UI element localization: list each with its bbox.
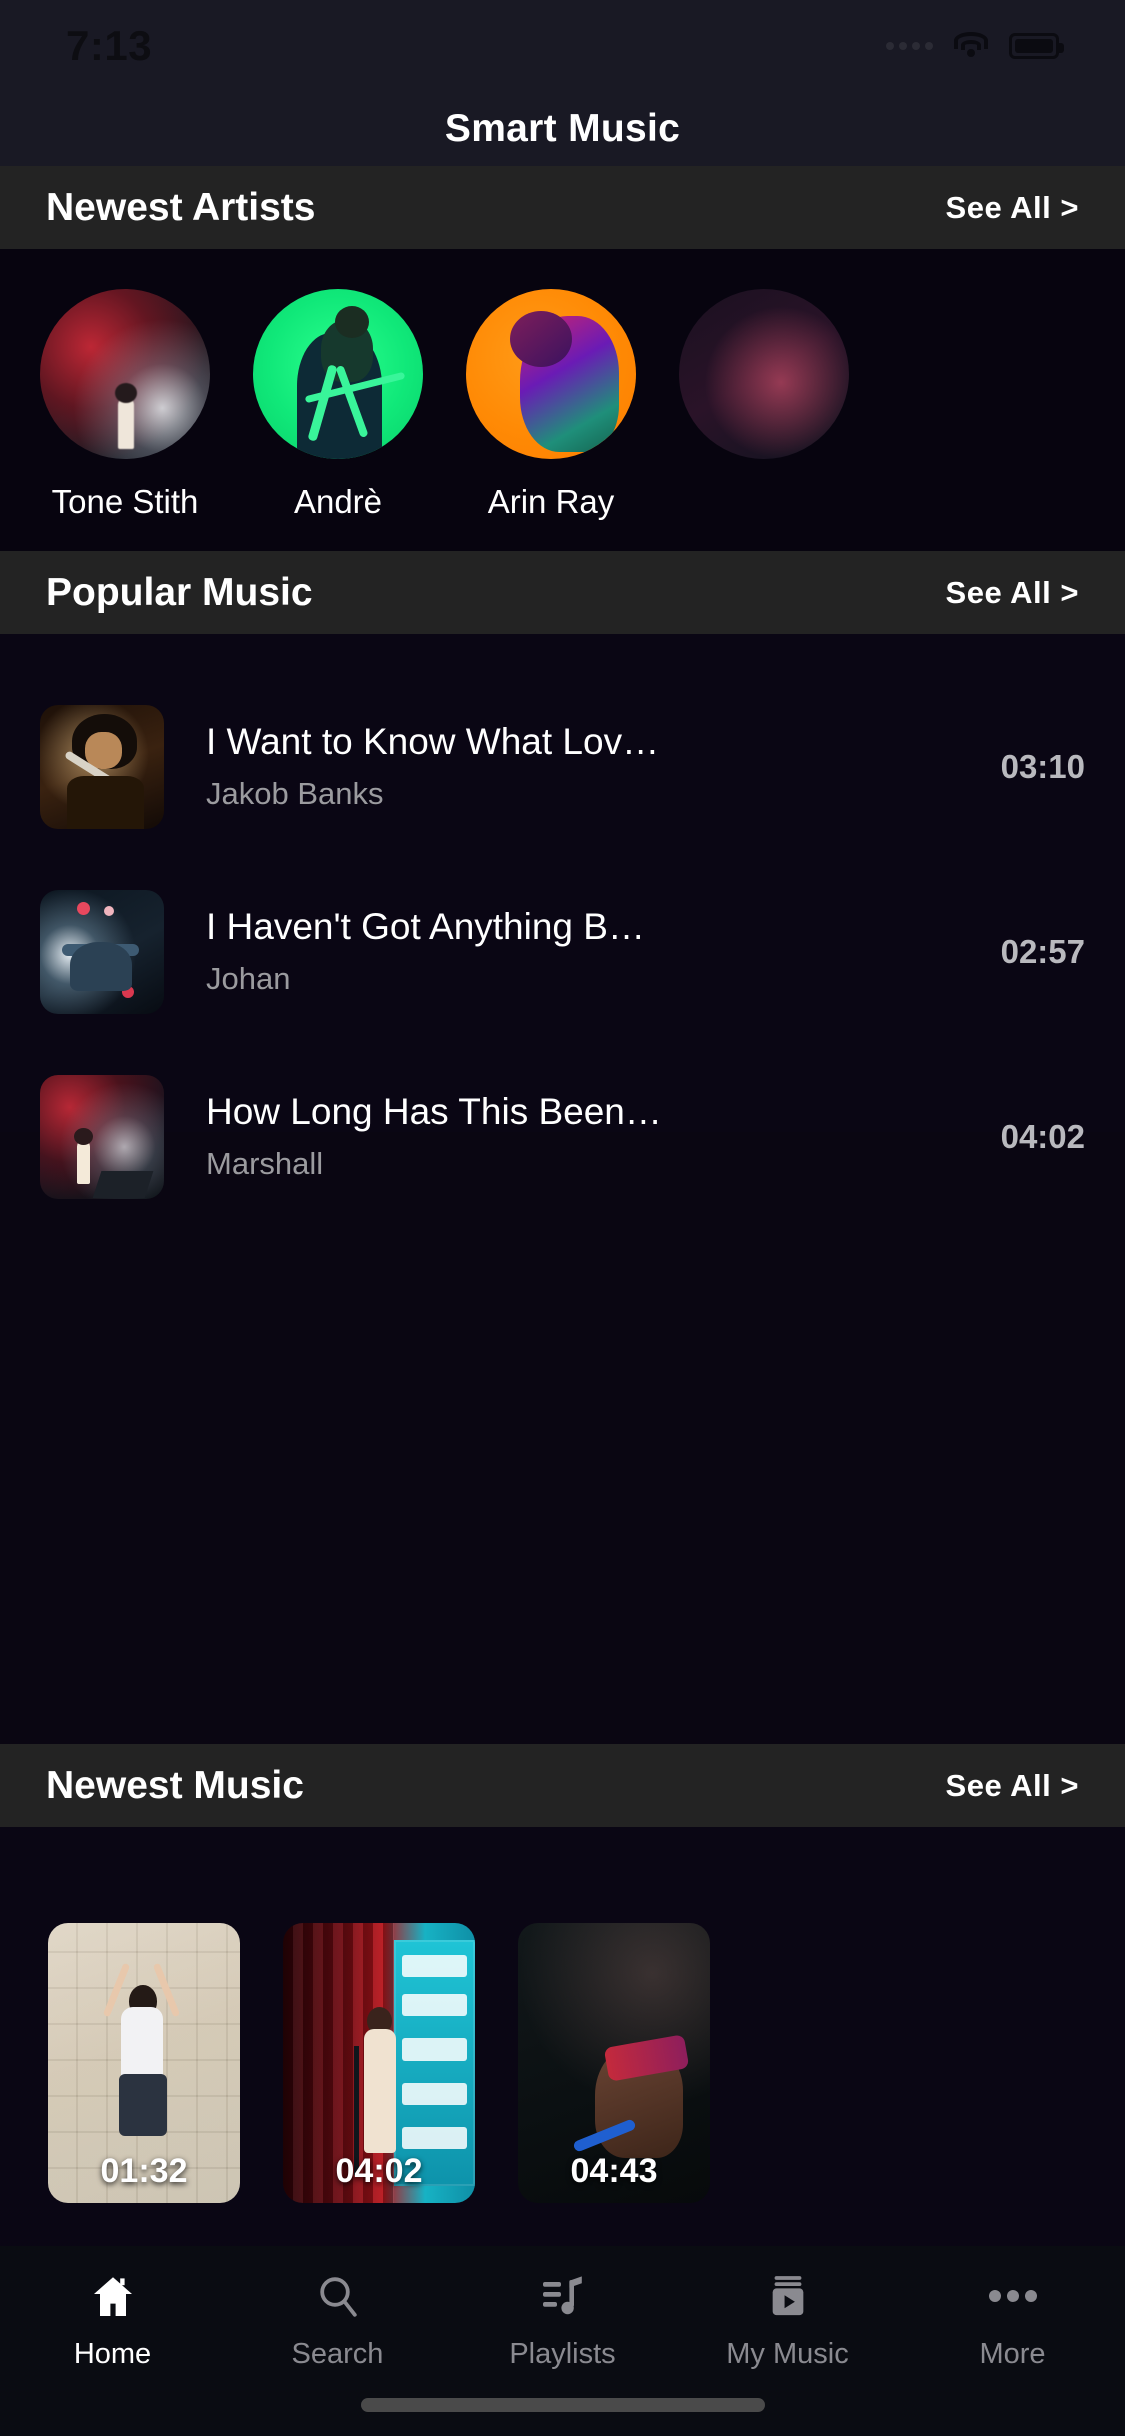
song-artist: Jakob Banks [206, 776, 384, 812]
see-all-artists-link[interactable]: See All > [946, 190, 1079, 226]
artist-avatar[interactable] [253, 289, 423, 459]
status-time: 7:13 [66, 22, 153, 69]
song-duration: 02:57 [1000, 932, 1085, 970]
artist-card[interactable]: Andrè [253, 289, 423, 521]
artist-name: Tone Stith [51, 483, 199, 520]
signal-dots-icon [886, 42, 933, 50]
search-icon [310, 2270, 366, 2322]
app-screen: 7:13 Smart Music Newest Artists See All … [0, 0, 1125, 2436]
status-bar: 7:13 [0, 0, 1125, 92]
see-all-newest-link[interactable]: See All > [946, 1768, 1079, 1804]
card-duration: 04:02 [335, 2152, 423, 2190]
nav-label: My Music [726, 2338, 849, 2370]
list-item[interactable]: I Haven't Got Anything B… Johan 02:57 [0, 859, 1125, 1044]
nav-item-my-music[interactable]: My Music [675, 2270, 900, 2371]
nav-item-more[interactable]: More [900, 2270, 1125, 2371]
card-duration: 04:43 [570, 2152, 658, 2190]
page-title: Smart Music [444, 107, 681, 150]
app-header: Smart Music [0, 92, 1125, 166]
artists-carousel[interactable]: Tone Stith Andrè Arin Ray [0, 249, 1125, 551]
newest-music-carousel[interactable]: 01:32 04:02 04:43 [0, 1827, 1125, 2246]
nav-label: Home [73, 2338, 152, 2370]
artist-avatar[interactable] [40, 289, 210, 459]
song-thumbnail[interactable] [40, 704, 164, 829]
nav-label: Playlists [509, 2338, 616, 2370]
artist-card[interactable]: Arin Ray [466, 289, 636, 521]
card-duration: 01:32 [100, 2152, 188, 2190]
my-music-icon [760, 2270, 816, 2322]
nav-item-playlists[interactable]: Playlists [450, 2270, 675, 2371]
song-duration: 04:02 [1000, 1117, 1085, 1155]
song-title: How Long Has This Been… [206, 1090, 662, 1132]
nav-label: More [979, 2338, 1046, 2370]
home-indicator[interactable] [360, 2398, 765, 2412]
song-duration: 03:10 [1000, 747, 1085, 785]
section-title-newest: Newest Music [46, 1763, 304, 1807]
song-meta: I Want to Know What Lov… Jakob Banks [164, 721, 981, 812]
artist-name: Andrè [293, 483, 383, 520]
section-title-popular: Popular Music [46, 570, 313, 614]
song-artist: Johan [206, 961, 291, 997]
section-header-newest: Newest Music See All > [0, 1744, 1125, 1827]
artist-avatar[interactable] [466, 289, 636, 459]
status-indicators [886, 32, 1064, 60]
song-title: I Haven't Got Anything B… [206, 905, 645, 947]
more-dots-icon [985, 2270, 1041, 2322]
song-meta: How Long Has This Been… Marshall [164, 1091, 981, 1182]
nav-item-home[interactable]: Home [0, 2270, 225, 2371]
music-card[interactable]: 01:32 [48, 1923, 240, 2203]
song-artist: Marshall [206, 1146, 324, 1182]
see-all-popular-link[interactable]: See All > [946, 575, 1079, 611]
battery-icon [1009, 33, 1064, 59]
home-icon [85, 2270, 141, 2322]
music-card[interactable]: 04:43 [518, 1923, 710, 2203]
song-thumbnail[interactable] [40, 1074, 164, 1199]
nav-item-search[interactable]: Search [225, 2270, 450, 2371]
artist-card[interactable]: Tone Stith [40, 289, 210, 521]
newest-music-row: 01:32 04:02 04:43 [0, 1923, 1125, 2203]
song-title: I Want to Know What Lov… [206, 720, 660, 762]
artist-name: Arin Ray [487, 483, 615, 520]
list-item[interactable]: I Want to Know What Lov… Jakob Banks 03:… [0, 674, 1125, 859]
popular-music-list: I Want to Know What Lov… Jakob Banks 03:… [0, 634, 1125, 1199]
song-thumbnail[interactable] [40, 889, 164, 1014]
music-card[interactable]: 04:02 [283, 1923, 475, 2203]
artist-card[interactable] [679, 289, 849, 521]
section-header-artists: Newest Artists See All > [0, 166, 1125, 249]
section-title-artists: Newest Artists [46, 185, 316, 229]
playlist-icon [535, 2270, 591, 2322]
nav-label: Search [291, 2338, 384, 2370]
section-header-popular: Popular Music See All > [0, 551, 1125, 634]
wifi-icon [953, 32, 989, 60]
list-item[interactable]: How Long Has This Been… Marshall 04:02 [0, 1044, 1125, 1229]
artists-row: Tone Stith Andrè Arin Ray [0, 289, 1125, 521]
song-meta: I Haven't Got Anything B… Johan [164, 906, 981, 997]
artist-avatar[interactable] [679, 289, 849, 459]
